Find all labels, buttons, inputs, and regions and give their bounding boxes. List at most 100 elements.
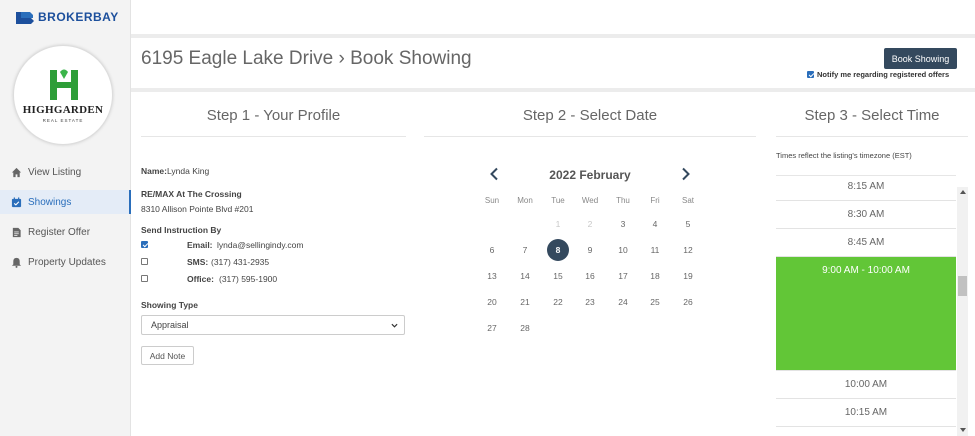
calendar-month-label: 2022 February: [549, 168, 631, 182]
email-value: lynda@sellingindy.com: [217, 239, 304, 250]
time-list-scrollbar[interactable]: [957, 187, 968, 436]
sidebar-item-showings[interactable]: Showings: [0, 190, 131, 214]
notify-offers-checkbox[interactable]: Notify me regarding registered offers: [807, 70, 949, 79]
bell-icon: [11, 257, 22, 268]
send-instruction-label: Send Instruction By: [141, 225, 222, 235]
scroll-up-arrow-icon[interactable]: [960, 190, 966, 194]
sms-value: (317) 431-2935: [211, 256, 270, 267]
logo-tagline: REAL ESTATE: [42, 118, 84, 123]
showing-type-select[interactable]: Appraisal: [141, 315, 405, 335]
time-slot[interactable]: 8:45 AM: [776, 229, 956, 257]
time-slot-selected[interactable]: 9:00 AM - 10:00 AM: [776, 257, 956, 371]
sidebar-item-property-updates[interactable]: Property Updates: [0, 250, 131, 274]
calendar-day[interactable]: 11: [644, 239, 666, 261]
scrollbar-thumb[interactable]: [958, 276, 967, 296]
weekday-header: Tue: [551, 196, 565, 205]
calendar-day[interactable]: 19: [677, 265, 699, 287]
step3-divider: [776, 136, 968, 137]
calendar-day[interactable]: 15: [547, 265, 569, 287]
sidebar-item-label: Register Offer: [28, 226, 91, 238]
calendar-day[interactable]: 22: [547, 291, 569, 313]
calendar-day[interactable]: 27: [481, 317, 503, 339]
sidebar-item-label: View Listing: [28, 166, 82, 178]
calendar-day[interactable]: 10: [612, 239, 634, 261]
calendar-day[interactable]: 9: [579, 239, 601, 261]
time-slot[interactable]: 10:15 AM: [776, 399, 956, 427]
calendar-day[interactable]: 17: [612, 265, 634, 287]
calendar-day: 2: [587, 219, 593, 229]
office-label: Office:: [187, 273, 214, 284]
calendar-day[interactable]: 20: [481, 291, 503, 313]
weekday-header: Sun: [484, 196, 500, 205]
calendar-day[interactable]: 12: [677, 239, 699, 261]
step1-divider: [141, 136, 406, 137]
step3-title: Step 3 - Select Time: [804, 107, 940, 124]
weekday-header: Mon: [517, 196, 533, 205]
contact-email-row: Email: lynda@sellingindy.com: [141, 240, 303, 250]
scroll-down-arrow-icon[interactable]: [960, 428, 966, 432]
sidebar-item-view-listing[interactable]: View Listing: [0, 160, 131, 184]
brokerbay-mark-icon: [16, 12, 34, 24]
document-icon: [12, 227, 21, 237]
time-slot[interactable]: 10:00 AM: [776, 371, 956, 399]
weekday-header: Sat: [681, 196, 694, 205]
timezone-note: Times reflect the listing's timezone (ES…: [776, 151, 912, 160]
sidebar-item-register-offer[interactable]: Register Offer: [0, 220, 131, 244]
weekday-header: Fri: [650, 196, 660, 205]
sidebar-nav: View Listing Showings Register Offer Pro…: [0, 160, 131, 280]
calendar-day[interactable]: 24: [612, 291, 634, 313]
calendar-check-icon: [11, 196, 22, 207]
brokerage-logo: HIGHGARDEN REAL ESTATE: [13, 45, 113, 145]
top-bar: [131, 0, 975, 38]
calendar-day[interactable]: 4: [644, 213, 666, 235]
page-header: 6195 Eagle Lake Drive › Book Showing Boo…: [131, 42, 975, 92]
chevron-down-icon: [391, 323, 398, 328]
chevron-right-icon[interactable]: [680, 167, 692, 181]
sidebar-item-label: Property Updates: [28, 256, 106, 268]
contact-office-row: Office: (317) 595-1900: [141, 274, 277, 284]
name-label: Name:: [141, 166, 167, 176]
calendar-day[interactable]: 16: [579, 265, 601, 287]
office-value: (317) 595-1900: [219, 273, 278, 284]
highgarden-mark-icon: [50, 69, 78, 100]
email-label: Email:: [187, 239, 213, 250]
email-checkbox[interactable]: [141, 241, 148, 248]
calendar-day[interactable]: 28: [514, 317, 536, 339]
weekday-header: Thu: [616, 196, 630, 205]
calendar-day[interactable]: 7: [514, 239, 536, 261]
calendar-day[interactable]: 26: [677, 291, 699, 313]
calendar-day: 1: [555, 219, 561, 229]
office-checkbox[interactable]: [141, 275, 148, 282]
page-title: 6195 Eagle Lake Drive › Book Showing: [141, 48, 472, 69]
sidebar-item-label: Showings: [28, 196, 72, 208]
calendar-day-selected[interactable]: 8: [547, 239, 569, 261]
logo-name: HIGHGARDEN: [22, 104, 104, 116]
brand-name: BROKERBAY: [38, 10, 119, 24]
calendar-day[interactable]: 23: [579, 291, 601, 313]
calendar-day[interactable]: 13: [481, 265, 503, 287]
calendar-day[interactable]: 21: [514, 291, 536, 313]
sms-checkbox[interactable]: [141, 258, 148, 265]
home-icon: [11, 167, 22, 177]
calendar-day[interactable]: 6: [481, 239, 503, 261]
weekday-header: Wed: [581, 196, 599, 205]
step2-title: Step 2 - Select Date: [522, 107, 658, 124]
calendar-day[interactable]: 18: [644, 265, 666, 287]
calendar-day[interactable]: 5: [677, 213, 699, 235]
step2-divider: [424, 136, 756, 137]
time-slot[interactable]: 8:15 AM: [776, 176, 956, 201]
brokerbay-logo[interactable]: BROKERBAY: [16, 10, 119, 24]
notify-checkbox-box[interactable]: [807, 71, 814, 78]
add-note-button[interactable]: Add Note: [141, 346, 194, 365]
time-slot[interactable]: 8:30 AM: [776, 201, 956, 229]
calendar-day[interactable]: 3: [612, 213, 634, 235]
calendar-day[interactable]: 14: [514, 265, 536, 287]
book-showing-button[interactable]: Book Showing: [884, 48, 957, 69]
calendar-day[interactable]: 25: [644, 291, 666, 313]
time-slot-list: 8:15 AM 8:30 AM 8:45 AM 9:00 AM - 10:00 AM 1…: [776, 175, 956, 436]
brokerage-name: RE/MAX At The Crossing: [141, 189, 242, 199]
notify-label: Notify me regarding registered offers: [817, 70, 950, 79]
contact-sms-row: SMS: (317) 431-2935: [141, 257, 269, 267]
sms-label: SMS:: [187, 256, 209, 267]
step1-title: Step 1 - Your Profile: [206, 107, 341, 124]
